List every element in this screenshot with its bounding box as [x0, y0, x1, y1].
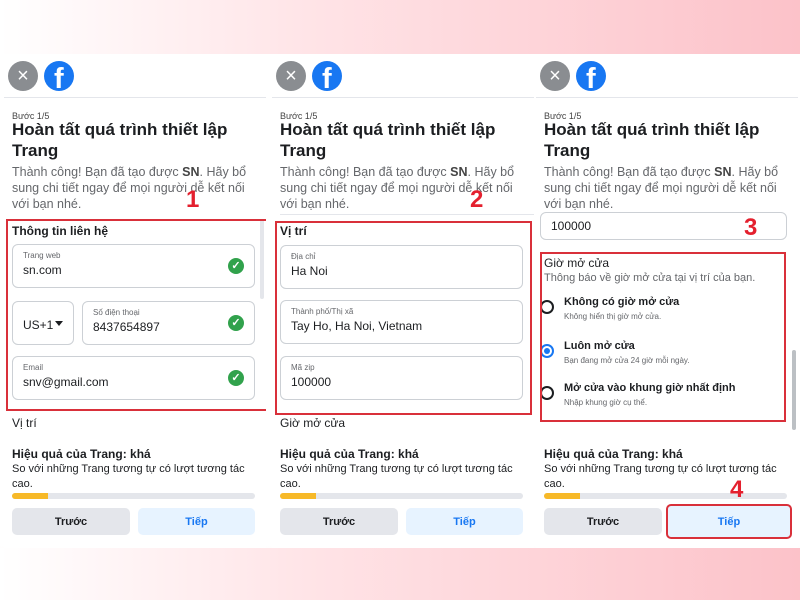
performance-progress-bar — [280, 493, 523, 499]
screenshot-panel-contact-info: × f Bước 1/5 Hoàn tất quá trình thiết lậ… — [4, 54, 266, 548]
divider — [272, 97, 534, 98]
performance-text: So với những Trang tương tự có lượt tươn… — [280, 463, 513, 490]
screenshot-panel-location: × f Bước 1/5 Hoàn tất quá trình thiết lậ… — [272, 54, 534, 548]
facebook-logo-icon: f — [312, 61, 342, 91]
facebook-logo-icon: f — [44, 61, 74, 91]
performance-title: Hiệu quả của Trang: khá — [280, 447, 419, 461]
page-subtitle: Thành công! Bạn đã tạo được SN. Hãy bổ s… — [12, 165, 247, 211]
performance-progress-bar — [12, 493, 255, 499]
page-subtitle: Thành công! Bạn đã tạo được SN. Hãy bổ s… — [544, 165, 779, 211]
performance-text: So với những Trang tương tự có lượt tươn… — [544, 463, 777, 490]
section-title-location: Vị trí — [12, 416, 37, 430]
divider — [536, 97, 798, 98]
screenshot-panel-opening-hours: × f Bước 1/5 Hoàn tất quá trình thiết lậ… — [536, 54, 798, 548]
highlight-box — [275, 221, 532, 415]
page-title: Hoàn tất quá trình thiết lập Trang — [12, 120, 228, 160]
divider — [280, 214, 534, 215]
highlight-box — [6, 219, 266, 411]
progress-fill — [12, 493, 49, 499]
previous-button[interactable]: Trước — [280, 508, 398, 535]
top-bar: × f — [276, 58, 342, 94]
next-button[interactable]: Tiếp — [138, 508, 255, 535]
background-band-bottom — [0, 548, 800, 600]
page-title: Hoàn tất quá trình thiết lập Trang — [280, 120, 496, 160]
top-bar: × f — [8, 58, 74, 94]
progress-fill — [544, 493, 581, 499]
performance-title: Hiệu quả của Trang: khá — [544, 447, 683, 461]
divider — [4, 97, 266, 98]
step-number-badge: 3 — [744, 214, 758, 241]
facebook-logo-icon: f — [576, 61, 606, 91]
highlight-box — [540, 252, 786, 422]
page-subtitle: Thành công! Bạn đã tạo được SN. Hãy bổ s… — [280, 165, 515, 211]
previous-button[interactable]: Trước — [12, 508, 130, 535]
performance-text: So với những Trang tương tự có lượt tươn… — [12, 463, 245, 490]
progress-fill — [280, 493, 317, 499]
step-number-badge: 2 — [470, 186, 484, 213]
next-button[interactable]: Tiếp — [666, 504, 792, 539]
step-number-badge: 1 — [186, 186, 200, 213]
performance-progress-bar — [544, 493, 787, 499]
close-icon[interactable]: × — [540, 61, 570, 91]
next-button[interactable]: Tiếp — [406, 508, 523, 535]
previous-button[interactable]: Trước — [544, 508, 662, 535]
page-title: Hoàn tất quá trình thiết lập Trang — [544, 120, 760, 160]
step-number-badge: 4 — [730, 476, 744, 503]
background-band-top — [0, 0, 800, 54]
performance-title: Hiệu quả của Trang: khá — [12, 447, 151, 461]
close-icon[interactable]: × — [8, 61, 38, 91]
close-icon[interactable]: × — [276, 61, 306, 91]
top-bar: × f — [540, 58, 606, 94]
scrollbar[interactable] — [792, 350, 796, 430]
section-title-hours: Giờ mở cửa — [280, 416, 346, 430]
